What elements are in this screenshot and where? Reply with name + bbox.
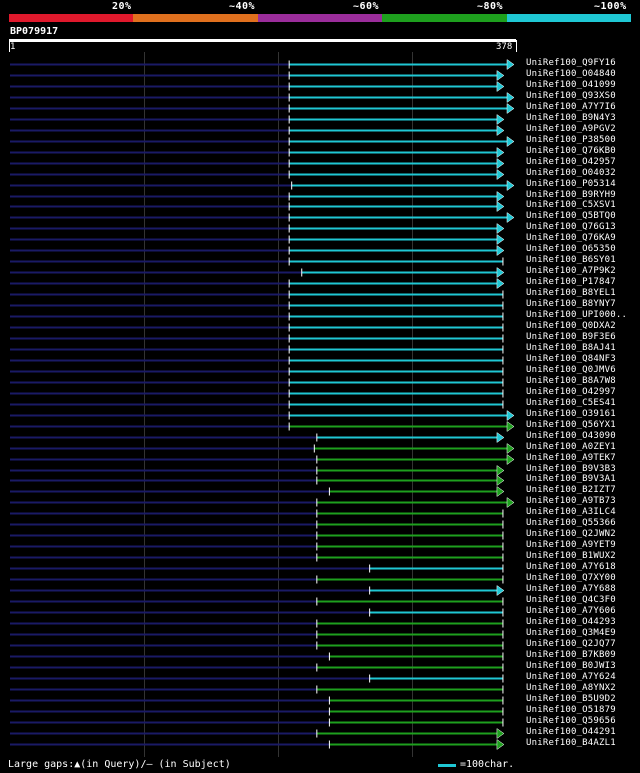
- arrow-head: [496, 125, 505, 136]
- hit-label[interactable]: UniRef100_C5ES41: [526, 398, 616, 409]
- hit-label[interactable]: UniRef100_A9YET9: [526, 540, 616, 551]
- hit-label[interactable]: UniRef100_B5U9D2: [526, 694, 616, 705]
- hit-label[interactable]: UniRef100_B9N4Y3: [526, 113, 616, 124]
- arrow-head: [506, 454, 515, 465]
- arrow-head: [496, 585, 505, 596]
- hit-label[interactable]: UniRef100_A8YNX2: [526, 683, 616, 694]
- arrow-head: [496, 486, 505, 497]
- hit-label[interactable]: UniRef100_Q2JQ77: [526, 639, 616, 650]
- hit-label[interactable]: UniRef100_A7Y624: [526, 672, 616, 683]
- hit-label[interactable]: UniRef100_A3ILC4: [526, 507, 616, 518]
- scale-bar: [438, 764, 456, 767]
- scale-label: =100char.: [460, 759, 515, 770]
- arrow-head: [496, 728, 505, 739]
- hit-label[interactable]: UniRef100_O44291: [526, 727, 616, 738]
- hit-label[interactable]: UniRef100_Q59656: [526, 716, 616, 727]
- hit-label[interactable]: UniRef100_UPI000..: [526, 310, 627, 321]
- arrow-head: [496, 432, 505, 443]
- hit-label[interactable]: UniRef100_P05314: [526, 179, 616, 190]
- hit-label[interactable]: UniRef100_Q4C3F0: [526, 595, 616, 606]
- hit-label[interactable]: UniRef100_O04840: [526, 69, 616, 80]
- hit-label[interactable]: UniRef100_Q0JMV6: [526, 365, 616, 376]
- hit-label[interactable]: UniRef100_Q0DXA2: [526, 321, 616, 332]
- hit-label[interactable]: UniRef100_Q5BTQ0: [526, 211, 616, 222]
- hit-label[interactable]: UniRef100_O04032: [526, 168, 616, 179]
- arrow-head: [506, 92, 515, 103]
- arrow-head: [496, 245, 505, 256]
- hit-label[interactable]: UniRef100_B9F3E6: [526, 332, 616, 343]
- arrow-head: [506, 59, 515, 70]
- arrow-head: [496, 70, 505, 81]
- arrow-head: [496, 147, 505, 158]
- hit-label[interactable]: UniRef100_Q9FY16: [526, 58, 616, 69]
- hit-label[interactable]: UniRef100_A7Y606: [526, 606, 616, 617]
- arrow-head: [496, 278, 505, 289]
- hit-label[interactable]: UniRef100_B8YNY7: [526, 299, 616, 310]
- arrow-head: [496, 114, 505, 125]
- arrow-head: [496, 169, 505, 180]
- hit-label[interactable]: UniRef100_A7Y688: [526, 584, 616, 595]
- hit-label[interactable]: UniRef100_Q2JWN2: [526, 529, 616, 540]
- arrow-head: [496, 267, 505, 278]
- arrow-head: [496, 81, 505, 92]
- arrow-head: [506, 180, 515, 191]
- arrow-head: [506, 212, 515, 223]
- hit-label[interactable]: UniRef100_Q3M4E9: [526, 628, 616, 639]
- hit-label[interactable]: UniRef100_C5XSV1: [526, 200, 616, 211]
- hit-label[interactable]: UniRef100_B8YEL1: [526, 288, 616, 299]
- hit-label[interactable]: UniRef100_A9PGV2: [526, 124, 616, 135]
- hit-label[interactable]: UniRef100_A9TEK7: [526, 453, 616, 464]
- hit-label[interactable]: UniRef100_Q76KA9: [526, 233, 616, 244]
- hit-label[interactable]: UniRef100_Q84NF3: [526, 354, 616, 365]
- hit-label[interactable]: UniRef100_O42957: [526, 157, 616, 168]
- hit-label[interactable]: UniRef100_B0JWI3: [526, 661, 616, 672]
- hit-label[interactable]: UniRef100_Q76KB0: [526, 146, 616, 157]
- hit-label[interactable]: UniRef100_Q7XY00: [526, 573, 616, 584]
- arrow-head: [496, 201, 505, 212]
- hit-label[interactable]: UniRef100_B1WUX2: [526, 551, 616, 562]
- arrow-head: [496, 739, 505, 750]
- hit-label[interactable]: UniRef100_A9TB73: [526, 496, 616, 507]
- hit-label[interactable]: UniRef100_O42997: [526, 387, 616, 398]
- hit-label[interactable]: UniRef100_A7Y7I6: [526, 102, 616, 113]
- hit-label[interactable]: UniRef100_P17847: [526, 277, 616, 288]
- hit-label[interactable]: UniRef100_Q76G13: [526, 222, 616, 233]
- hit-label[interactable]: UniRef100_Q93XS0: [526, 91, 616, 102]
- large-gaps-legend: Large gaps:▲(in Query)/– (in Subject): [8, 759, 231, 770]
- arrow-head: [506, 421, 515, 432]
- hit-label[interactable]: UniRef100_O43090: [526, 431, 616, 442]
- hit-label[interactable]: UniRef100_A7Y618: [526, 562, 616, 573]
- hit-label[interactable]: UniRef100_O51879: [526, 705, 616, 716]
- arrow-head: [506, 497, 515, 508]
- arrow-head: [496, 234, 505, 245]
- hit-label[interactable]: UniRef100_A0ZEY1: [526, 442, 616, 453]
- hit-label[interactable]: UniRef100_O41099: [526, 80, 616, 91]
- hit-label[interactable]: UniRef100_O39161: [526, 409, 616, 420]
- hit-label[interactable]: UniRef100_B7KB09: [526, 650, 616, 661]
- hit-label[interactable]: UniRef100_O44293: [526, 617, 616, 628]
- arrow-head: [506, 410, 515, 421]
- hit-label[interactable]: UniRef100_A7P9K2: [526, 266, 616, 277]
- hit-label[interactable]: UniRef100_B8A7W8: [526, 376, 616, 387]
- hit-label[interactable]: UniRef100_B2IZT7: [526, 485, 616, 496]
- hit-label[interactable]: UniRef100_B9V3A1: [526, 474, 616, 485]
- hit-label[interactable]: UniRef100_B4AZL1: [526, 738, 616, 749]
- arrow-head: [496, 223, 505, 234]
- hit-label[interactable]: UniRef100_Q55366: [526, 518, 616, 529]
- arrow-head: [496, 191, 505, 202]
- hit-label[interactable]: UniRef100_B6SY01: [526, 255, 616, 266]
- hit-label[interactable]: UniRef100_P38500: [526, 135, 616, 146]
- hit-label[interactable]: UniRef100_O65350: [526, 244, 616, 255]
- hit-label[interactable]: UniRef100_B8AJ41: [526, 343, 616, 354]
- arrow-head: [506, 136, 515, 147]
- arrow-head: [506, 103, 515, 114]
- hit-label[interactable]: UniRef100_Q56YX1: [526, 420, 616, 431]
- arrow-head: [496, 475, 505, 486]
- arrow-head: [506, 443, 515, 454]
- arrow-head: [496, 158, 505, 169]
- arrow-head: [496, 465, 505, 476]
